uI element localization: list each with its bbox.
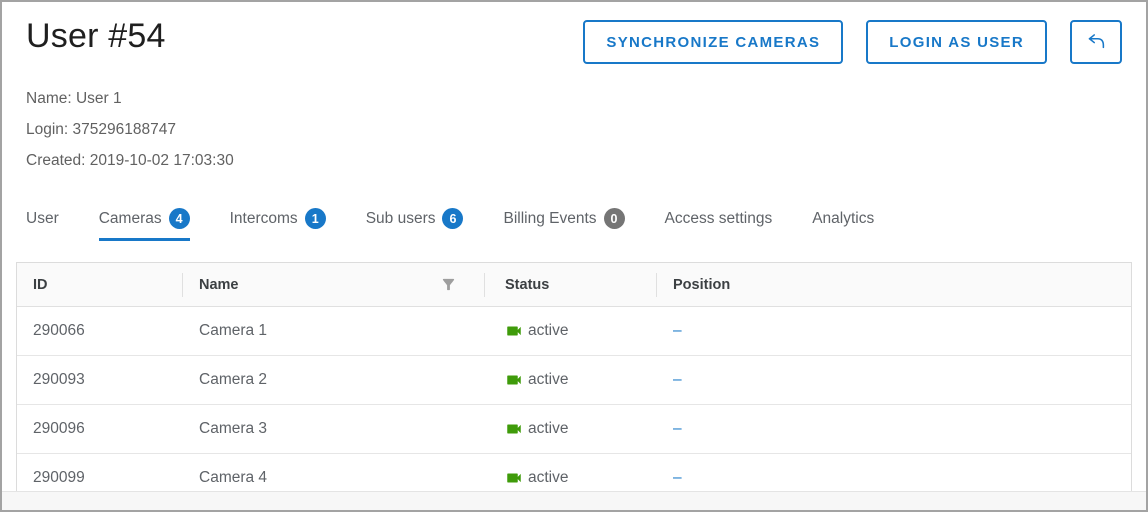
user-created-line: Created: 2019-10-02 17:03:30: [26, 145, 1122, 176]
cell-name: Camera 2: [183, 356, 485, 404]
tab-user[interactable]: User: [26, 206, 59, 241]
status-text: active: [528, 371, 569, 389]
user-detail-page: User #54 SYNCHRONIZE CAMERAS LOGIN AS US…: [0, 0, 1148, 512]
tab-label: Billing Events: [503, 210, 596, 228]
user-info: Name: User 1 Login: 375296188747 Created…: [26, 83, 1122, 176]
cell-id: 290093: [17, 356, 183, 404]
filter-funnel-icon[interactable]: [440, 276, 457, 293]
tab-label: Access settings: [665, 210, 773, 228]
column-header-position[interactable]: Position: [657, 263, 1131, 306]
tab-count-badge: 0: [604, 208, 625, 229]
cell-id: 290096: [17, 405, 183, 453]
status-text: active: [528, 420, 569, 438]
tab-billing-events[interactable]: Billing Events 0: [503, 206, 624, 241]
cell-status: active: [485, 307, 657, 355]
tab-analytics[interactable]: Analytics: [812, 206, 874, 241]
videocam-icon: [505, 422, 523, 436]
status-text: active: [528, 322, 569, 340]
tab-bar: User Cameras 4 Intercoms 1 Sub users 6 B…: [2, 206, 1146, 241]
tab-cameras[interactable]: Cameras 4: [99, 206, 190, 241]
user-name-line: Name: User 1: [26, 83, 1122, 114]
cell-name: Camera 1: [183, 307, 485, 355]
tab-sub-users[interactable]: Sub users 6: [366, 206, 464, 241]
cell-position: –: [657, 307, 1131, 355]
table-row-camera-1[interactable]: 290066 Camera 1 active –: [17, 307, 1131, 356]
header-actions: SYNCHRONIZE CAMERAS LOGIN AS USER: [583, 20, 1122, 64]
videocam-icon: [505, 324, 523, 338]
column-header-name[interactable]: Name: [183, 263, 485, 306]
undo-arrow-icon: [1083, 29, 1109, 55]
tab-intercoms[interactable]: Intercoms 1: [230, 206, 326, 241]
column-header-status[interactable]: Status: [485, 263, 657, 306]
synchronize-cameras-button[interactable]: SYNCHRONIZE CAMERAS: [583, 20, 843, 64]
tab-label: Sub users: [366, 210, 436, 228]
user-login-line: Login: 375296188747: [26, 114, 1122, 145]
table-header-row: ID Name Status Position: [17, 263, 1131, 307]
videocam-icon: [505, 471, 523, 485]
status-text: active: [528, 469, 569, 487]
cameras-table: ID Name Status Position 290066: [16, 262, 1132, 504]
tab-count-badge: 6: [442, 208, 463, 229]
cell-status: active: [485, 356, 657, 404]
tab-label: User: [26, 210, 59, 228]
videocam-icon: [505, 373, 523, 387]
tab-access-settings[interactable]: Access settings: [665, 206, 773, 241]
table-row-camera-3[interactable]: 290096 Camera 3 active –: [17, 405, 1131, 454]
tab-label: Analytics: [812, 210, 874, 228]
tab-label: Cameras: [99, 210, 162, 228]
tab-count-badge: 1: [305, 208, 326, 229]
back-undo-button[interactable]: [1070, 20, 1122, 64]
page-footer-strip: [2, 491, 1146, 510]
column-header-id[interactable]: ID: [17, 263, 183, 306]
cell-id: 290066: [17, 307, 183, 355]
page-header: User #54 SYNCHRONIZE CAMERAS LOGIN AS US…: [2, 2, 1146, 176]
table-row-camera-2[interactable]: 290093 Camera 2 active –: [17, 356, 1131, 405]
login-as-user-button[interactable]: LOGIN AS USER: [866, 20, 1047, 64]
cell-name: Camera 3: [183, 405, 485, 453]
cell-position: –: [657, 405, 1131, 453]
tab-count-badge: 4: [169, 208, 190, 229]
cell-status: active: [485, 405, 657, 453]
tab-label: Intercoms: [230, 210, 298, 228]
cell-position: –: [657, 356, 1131, 404]
